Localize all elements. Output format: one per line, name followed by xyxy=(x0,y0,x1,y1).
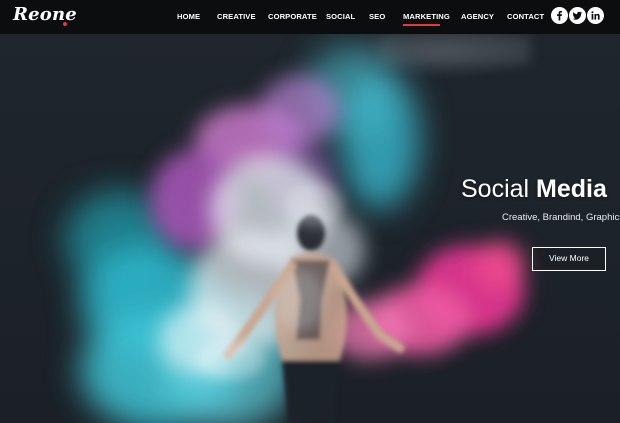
nav-item-corporate[interactable]: CORPORATE xyxy=(268,12,317,21)
nav-item-home[interactable]: HOME xyxy=(177,12,200,21)
hero-title: Social Media xyxy=(461,174,607,204)
view-more-button[interactable]: View More xyxy=(532,247,606,271)
hero-subtitle: Creative, Brandind, Graphics xyxy=(502,212,620,223)
page: Social Media Creative, Brandind, Graphic… xyxy=(0,0,620,423)
hero-title-light: Social xyxy=(461,175,530,203)
nav-item-creative[interactable]: CREATIVE xyxy=(217,12,256,21)
twitter-icon[interactable] xyxy=(569,7,586,24)
facebook-icon[interactable] xyxy=(551,7,568,24)
nav-item-marketing[interactable]: MARKETING xyxy=(403,12,450,21)
site-logo[interactable]: Reone xyxy=(13,4,77,25)
nav-item-contact[interactable]: CONTACT xyxy=(507,12,544,21)
nav-item-seo[interactable]: SEO xyxy=(369,12,385,21)
nav-item-social[interactable]: SOCIAL xyxy=(326,12,355,21)
nav-item-agency[interactable]: AGENCY xyxy=(461,12,494,21)
hero-title-bold: Media xyxy=(536,175,607,203)
nav-active-indicator xyxy=(403,24,440,26)
linkedin-icon[interactable] xyxy=(587,7,604,24)
logo-accent-dot xyxy=(63,22,67,26)
site-header: Reone HOME CREATIVE CORPORATE SOCIAL SEO… xyxy=(0,0,620,34)
